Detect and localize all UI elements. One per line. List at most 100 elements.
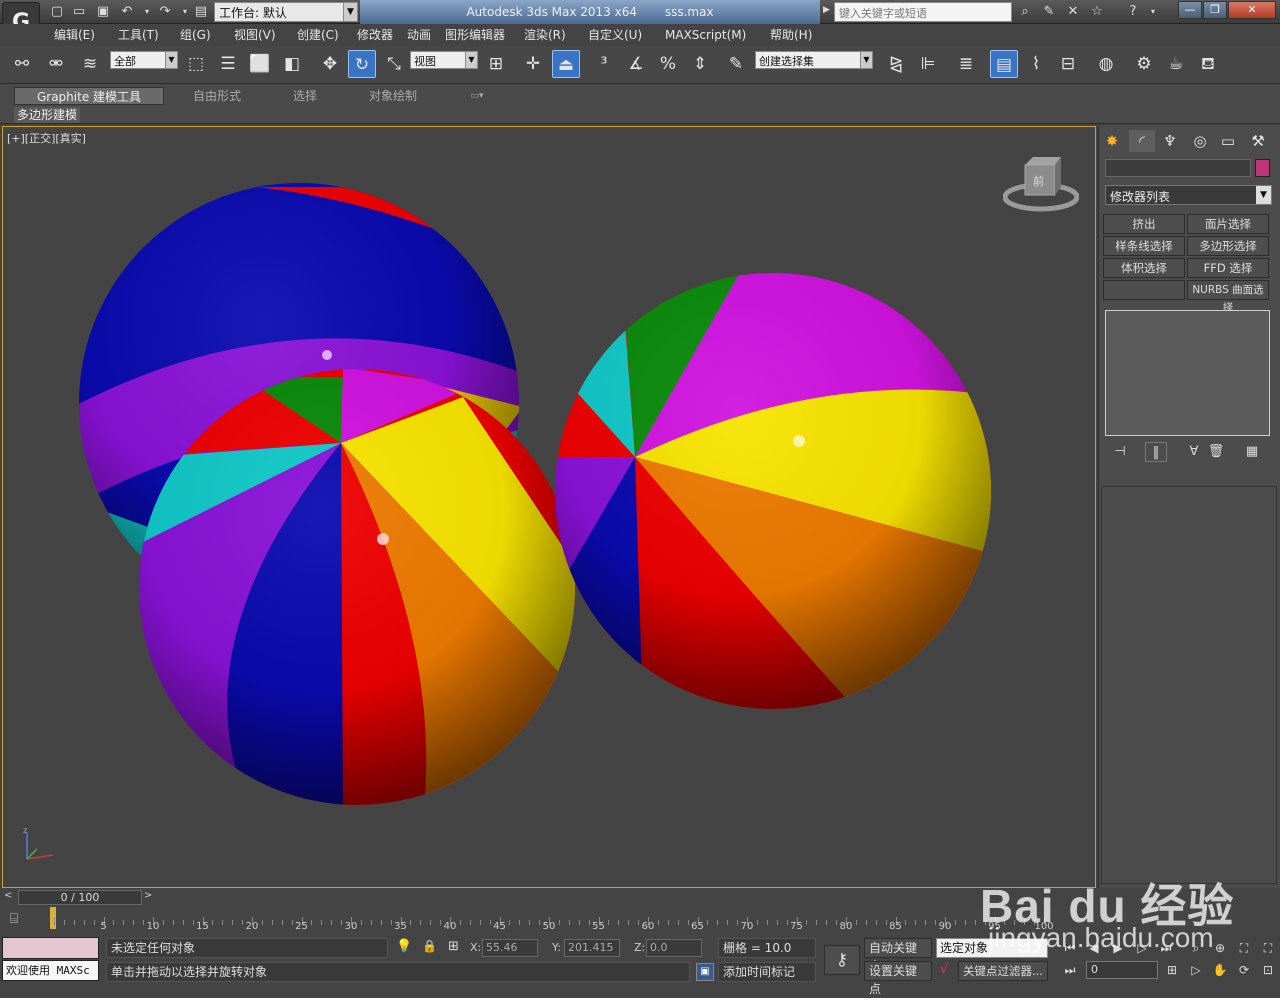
volume-select-button[interactable]: 体积选择 xyxy=(1103,258,1185,278)
schematic-view-icon[interactable]: ⊟ xyxy=(1054,50,1082,78)
poly-select-button[interactable]: 多边形选择 xyxy=(1187,236,1269,256)
communication-icon[interactable]: ✕ xyxy=(1064,3,1082,21)
utilities-tab-icon[interactable]: ⚒ xyxy=(1245,130,1271,152)
close-button[interactable]: ✕ xyxy=(1228,1,1276,19)
viewcube[interactable]: 前 xyxy=(1002,155,1080,217)
project-folder-icon[interactable]: ▤ xyxy=(192,3,210,21)
configure-modifier-sets-icon[interactable]: ▦ xyxy=(1241,442,1263,462)
render-production-icon[interactable]: ⛾ xyxy=(1194,50,1222,78)
render-setup-icon[interactable]: ⚙ xyxy=(1130,50,1158,78)
rectangle-selection-icon[interactable]: ⬜ xyxy=(246,50,274,78)
window-crossing-icon[interactable]: ◧ xyxy=(278,50,306,78)
go-to-end-icon[interactable]: ⏭ xyxy=(1156,939,1176,957)
tab-graphite-modeling[interactable]: Graphite 建模工具 xyxy=(14,87,164,105)
menu-graph-editors[interactable]: 图形编辑器 xyxy=(445,26,505,44)
percent-snap-icon[interactable]: % xyxy=(654,50,682,78)
redo-icon[interactable]: ↷ xyxy=(156,3,174,21)
angle-snap-icon[interactable]: ∡ xyxy=(622,50,650,78)
keyboard-shortcut-override-icon[interactable]: ⏏ xyxy=(552,50,580,78)
workspace-dropdown[interactable]: 工作台: 默认 ▼ xyxy=(214,2,358,22)
ribbon-options-icon[interactable]: ▭▾ xyxy=(462,87,492,105)
mirror-icon[interactable]: ⧎ xyxy=(882,50,910,78)
modifier-list-dropdown[interactable]: 修改器列表 ▼ xyxy=(1105,185,1272,205)
current-frame-field[interactable]: 0 xyxy=(1086,961,1158,979)
material-editor-icon[interactable]: ◍ xyxy=(1092,50,1120,78)
tab-polygon-modeling[interactable]: 多边形建模 xyxy=(14,107,80,123)
mini-curve-editor-icon[interactable]: ⌸ xyxy=(10,911,18,927)
align-icon[interactable]: ⊫ xyxy=(914,50,942,78)
help-dropdown-icon[interactable]: ▾ xyxy=(1144,3,1162,21)
z-coordinate-field[interactable]: 0.0 xyxy=(646,939,702,957)
binoculars-icon[interactable]: ⌕ xyxy=(1016,3,1034,21)
set-key-icon[interactable]: ⚷ xyxy=(824,945,860,975)
pan-view-icon[interactable]: ✋ xyxy=(1210,961,1230,979)
tab-freeform[interactable]: 自由形式 xyxy=(164,87,270,105)
select-object-icon[interactable]: ⬚ xyxy=(182,50,210,78)
menu-views[interactable]: 视图(V) xyxy=(234,26,276,44)
make-unique-icon[interactable]: ∀ xyxy=(1183,442,1205,462)
spline-select-button[interactable]: 样条线选择 xyxy=(1103,236,1185,256)
menu-modifiers[interactable]: 修改器 xyxy=(357,26,393,44)
menu-tools[interactable]: 工具(T) xyxy=(118,26,159,44)
maxscript-listener-output[interactable]: 欢迎使用 MAXSc xyxy=(2,960,99,981)
snaps-toggle-icon[interactable]: ³ xyxy=(590,50,618,78)
selection-filter-dropdown[interactable]: 全部 ▼ xyxy=(110,51,178,69)
orbit-icon[interactable]: ⟳ xyxy=(1234,961,1254,979)
menu-help[interactable]: 帮助(H) xyxy=(770,26,812,44)
menu-edit[interactable]: 编辑(E) xyxy=(54,26,95,44)
zoom-icon[interactable]: ⌕ xyxy=(1186,939,1206,957)
help-icon[interactable]: ? xyxy=(1124,3,1142,21)
manipulate-icon[interactable]: ✛ xyxy=(519,50,547,78)
object-name-field[interactable] xyxy=(1105,159,1251,177)
field-of-view-icon[interactable]: ▷ xyxy=(1186,961,1206,979)
patch-select-button[interactable]: 面片选择 xyxy=(1187,214,1269,234)
set-key-button[interactable]: 设置关键点 xyxy=(864,961,932,996)
rendered-frame-window-icon[interactable]: ☕ xyxy=(1162,50,1190,78)
object-color-swatch[interactable] xyxy=(1255,159,1270,177)
remove-modifier-icon[interactable]: 🗑 xyxy=(1205,442,1227,462)
tab-object-paint[interactable]: 对象绘制 xyxy=(340,87,446,105)
hierarchy-tab-icon[interactable]: ♆ xyxy=(1157,130,1183,152)
next-frame-icon[interactable]: ▷ xyxy=(1132,939,1152,957)
menu-group[interactable]: 组(G) xyxy=(180,26,211,44)
save-icon[interactable]: ▣ xyxy=(94,3,112,21)
menu-animation[interactable]: 动画 xyxy=(407,26,431,44)
pivot-center-icon[interactable]: ⊞ xyxy=(482,50,510,78)
isolate-selection-icon[interactable]: 💡 xyxy=(396,939,412,954)
minimize-button[interactable]: — xyxy=(1178,1,1202,19)
edit-named-selection-icon[interactable]: ✎ xyxy=(722,50,750,78)
pin-stack-icon[interactable]: ⊣ xyxy=(1109,442,1131,462)
zoom-extents-icon[interactable]: ⛶ xyxy=(1234,939,1254,957)
maximize-viewport-icon[interactable]: ⊡ xyxy=(1258,961,1278,979)
favorites-star-icon[interactable]: ☆ xyxy=(1088,3,1106,21)
modify-tab-icon[interactable]: ◜ xyxy=(1129,130,1155,152)
named-selection-dropdown[interactable]: 创建选择集 ▼ xyxy=(755,51,873,69)
create-tab-icon[interactable]: ✸ xyxy=(1099,130,1125,152)
add-time-tag-button[interactable]: 添加时间标记 xyxy=(718,962,816,982)
zoom-extents-all-icon[interactable]: ⛶ xyxy=(1258,939,1278,957)
link-icon[interactable]: ⚯ xyxy=(8,50,36,78)
search-expand-icon[interactable]: ▶ xyxy=(823,5,830,15)
key-filters-button[interactable]: 关键点过滤器... xyxy=(958,961,1048,981)
bind-space-warp-icon[interactable]: ≋ xyxy=(76,50,104,78)
empty-modifier-button[interactable] xyxy=(1103,280,1185,300)
new-file-icon[interactable]: ▢ xyxy=(48,3,66,21)
reference-coordinate-dropdown[interactable]: 视图 ▼ xyxy=(410,51,478,69)
time-tag-icon[interactable]: ▣ xyxy=(696,963,714,981)
menu-create[interactable]: 创建(C) xyxy=(297,26,339,44)
nurbs-surface-select-button[interactable]: NURBS 曲面选择 xyxy=(1187,280,1269,314)
maxscript-listener-input[interactable] xyxy=(2,937,99,959)
tab-selection[interactable]: 选择 xyxy=(270,87,340,105)
previous-frame-icon[interactable]: ◀ xyxy=(1084,939,1104,957)
restore-button[interactable]: ❐ xyxy=(1203,1,1227,19)
graphite-toggle-icon[interactable]: ▤ xyxy=(990,50,1018,78)
beach-ball-right[interactable] xyxy=(553,267,1003,717)
select-scale-icon[interactable]: ⤡ xyxy=(380,50,408,78)
search-input[interactable]: 键入关键字或短语 xyxy=(834,2,1012,22)
select-rotate-icon[interactable]: ↻ xyxy=(348,50,376,78)
motion-tab-icon[interactable]: ◎ xyxy=(1187,130,1213,152)
absolute-mode-icon[interactable]: ⊞ xyxy=(448,939,459,954)
key-mode-toggle-icon[interactable]: ⏭ xyxy=(1060,961,1080,979)
unlink-icon[interactable]: ⚮ xyxy=(42,50,70,78)
time-slider-next-icon[interactable]: > xyxy=(144,890,152,901)
